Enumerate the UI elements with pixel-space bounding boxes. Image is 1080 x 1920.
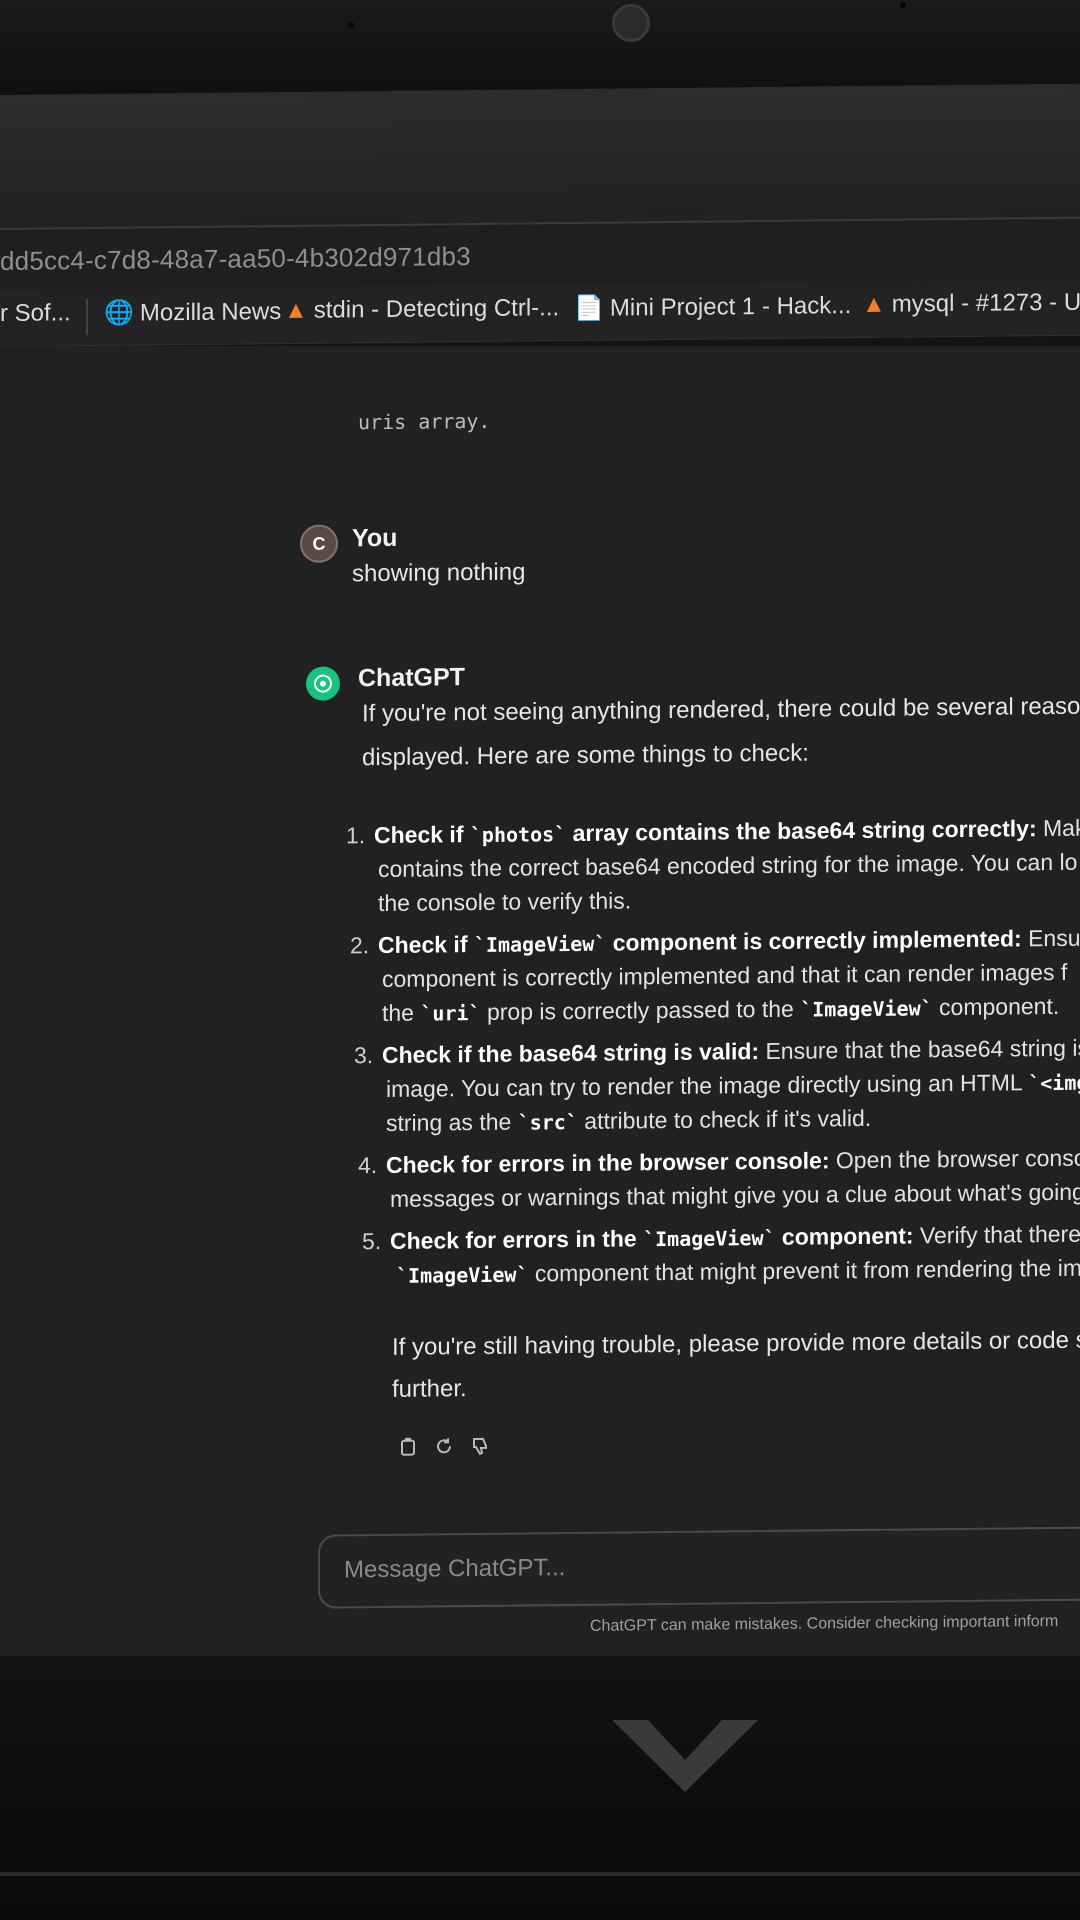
chat-thread: uris array. C You showing nothing ChatGP… [0,335,1080,1656]
list-item-line: the `uri` prop is correctly passed to th… [382,992,1060,1026]
webcam [612,4,650,42]
bookmark-label: stdin - Detecting Ctrl-... [313,294,560,324]
list-item-line: component is correctly implemented and t… [382,958,1068,992]
list-item-line: image. You can try to render the image d… [386,1069,1080,1102]
laptop-bezel-bottom [0,1656,1080,1920]
url-text: dd5cc4-c7d8-48a7-aa50-4b302d971db3 [0,241,471,276]
bookmark-label: r Sof... [0,299,71,327]
list-item: 2. Check if `ImageView` component is corr… [350,924,1080,959]
list-item-line: messages or warnings that might give you… [390,1178,1080,1212]
user-name: You [352,523,398,553]
list-item: 3. Check if the base64 string is valid: E… [354,1034,1080,1069]
document-icon: 📄 [574,294,604,322]
bookmark-separator [86,299,88,336]
message-input[interactable] [342,1545,1046,1589]
browser-toolbar [0,83,1080,230]
message-actions [398,1435,490,1458]
bookmark-item[interactable]: r Sof... [0,299,71,328]
list-item: 1. Check if `photos` array contains the b… [346,814,1080,849]
assistant-name: ChatGPT [358,663,465,693]
list-item: 5. Check for errors in the `ImageView` co… [362,1220,1080,1255]
copy-icon[interactable] [398,1436,418,1458]
regenerate-icon[interactable] [434,1435,454,1457]
disclaimer: ChatGPT can make mistakes. Consider chec… [590,1612,1059,1635]
message-composer[interactable] [318,1526,1080,1609]
list-item-line: the console to verify this. [378,887,632,917]
bezel-sensor [900,2,906,8]
chat-page: uris array. C You showing nothing ChatGP… [0,346,1080,1656]
list-item-line: `ImageView` component that might prevent… [396,1254,1080,1288]
bookmark-label: Mozilla News [139,298,282,327]
laptop-hinge [0,1872,1080,1876]
laptop-brand-logo [612,1720,758,1792]
user-avatar: C [300,524,338,563]
thumbs-down-icon[interactable] [470,1435,490,1457]
bezel-sensor [348,22,354,28]
chatgpt-logo-icon [306,666,340,701]
globe-icon: 🌐 [104,299,134,327]
bookmark-item[interactable]: 📄 Mini Project 1 - Hack... [574,291,851,323]
list-item: 4. Check for errors in the browser consol… [358,1144,1080,1179]
user-message: showing nothing [352,558,526,588]
stackoverflow-icon: ▲ [284,296,308,325]
assistant-intro: If you're not seeing anything rendered, … [362,692,1080,728]
list-item-line: string as the `src` attribute to check i… [386,1104,872,1136]
bookmark-item[interactable]: ▲ stdin - Detecting Ctrl-... [284,294,559,325]
bookmark-label: Mini Project 1 - Hack... [609,292,852,322]
assistant-outro: further. [392,1375,467,1403]
bookmark-label: mysql - #1273 - Ur [891,288,1080,318]
bookmark-item[interactable]: ▲ mysql - #1273 - Ur [862,289,1080,319]
stackoverflow-icon: ▲ [862,290,886,318]
previous-message-tail: uris array. [358,408,491,435]
assistant-outro: If you're still having trouble, please p… [392,1326,1080,1361]
list-item-line: contains the correct base64 encoded stri… [378,848,1078,883]
bookmark-item[interactable]: 🌐 Mozilla News [104,297,281,328]
assistant-intro: displayed. Here are some things to check… [362,739,809,772]
